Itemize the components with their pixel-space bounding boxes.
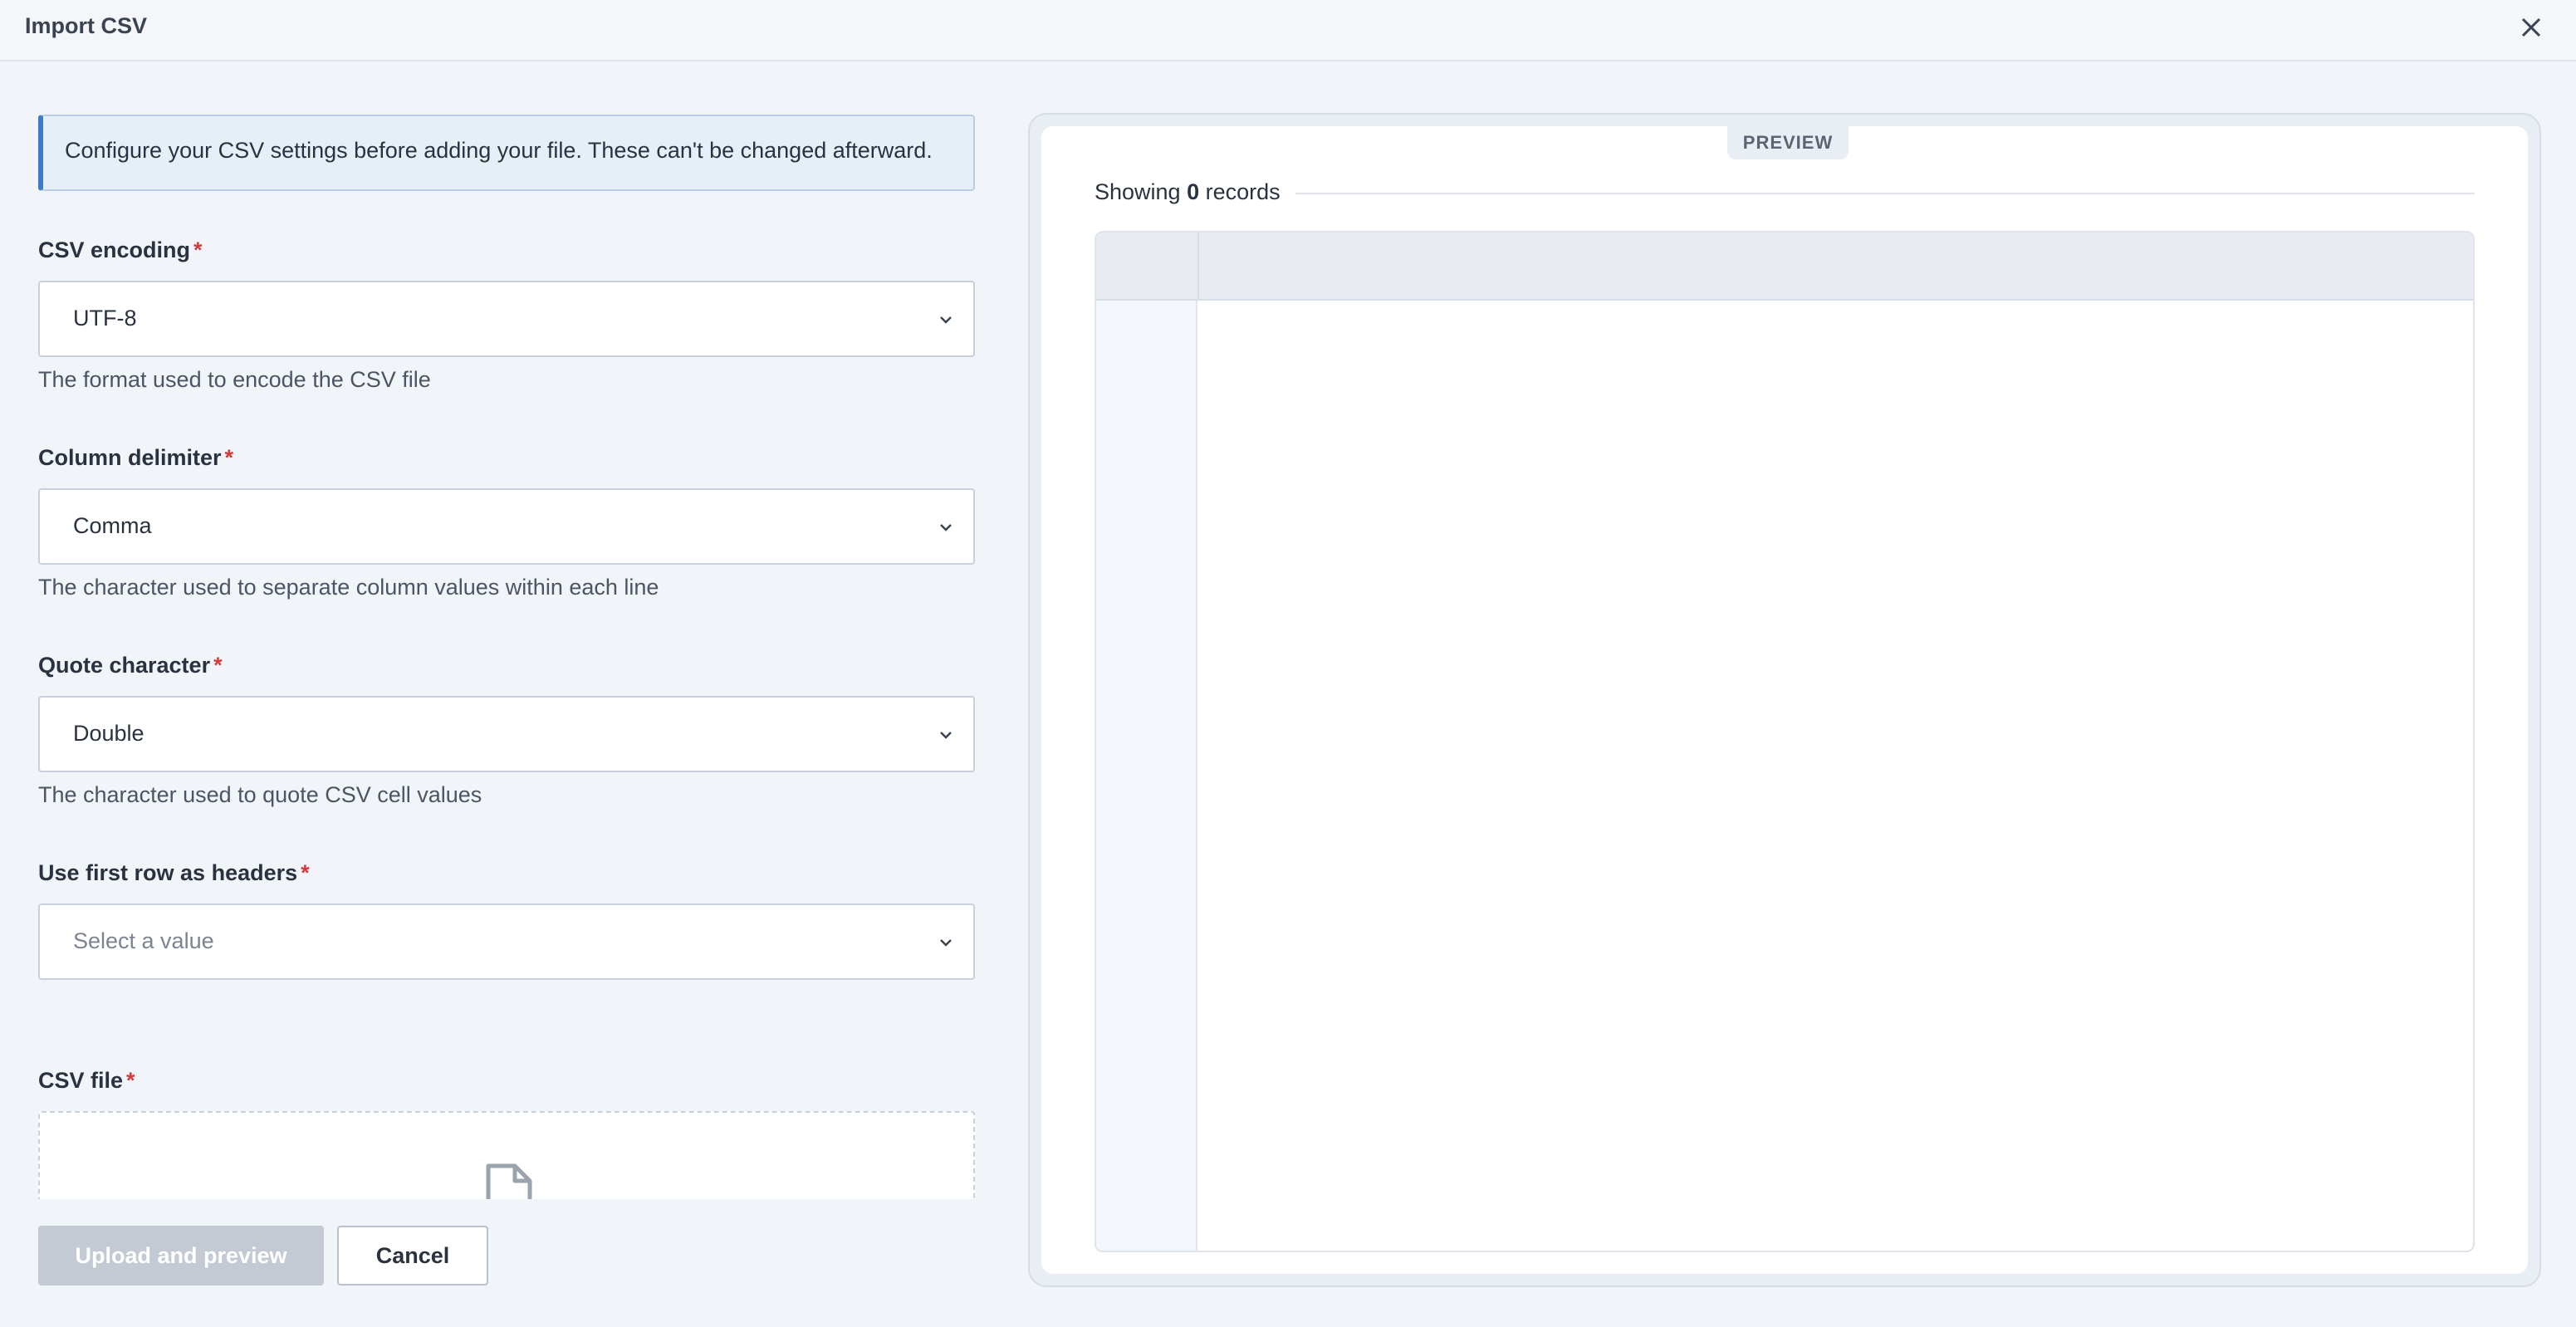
required-marker: * (193, 237, 203, 262)
quote-character-help: The character used to quote CSV cell val… (38, 782, 482, 807)
chevron-down-icon (940, 732, 952, 739)
required-marker: * (213, 653, 223, 678)
column-delimiter-select[interactable]: Comma (38, 488, 975, 565)
cancel-button[interactable]: Cancel (337, 1226, 488, 1285)
csv-file-label: CSV file * (38, 1068, 135, 1093)
csv-file-dropzone[interactable] (38, 1111, 975, 1199)
table-header (1096, 233, 2473, 301)
file-icon (486, 1163, 532, 1199)
preview-panel: PREVIEW Showing 0 records (1028, 113, 2541, 1287)
first-row-headers-placeholder: Select a value (73, 928, 214, 953)
first-row-headers-label: Use first row as headers * (38, 860, 310, 885)
dialog-title: Import CSV (25, 13, 148, 38)
preview-content: PREVIEW Showing 0 records (1041, 126, 2528, 1274)
chevron-down-icon (940, 939, 952, 947)
chevron-down-icon (940, 524, 952, 531)
dialog-header: Import CSV (0, 0, 2576, 61)
record-count: 0 (1187, 179, 1200, 204)
row-number-column (1096, 301, 1197, 1251)
settings-notice: Configure your CSV settings before addin… (38, 115, 975, 191)
required-marker: * (224, 445, 234, 470)
quote-character-value: Double (73, 721, 144, 746)
csv-encoding-value: UTF-8 (73, 306, 137, 331)
preview-table (1095, 231, 2475, 1252)
csv-encoding-help: The format used to encode the CSV file (38, 367, 431, 392)
notice-text: Configure your CSV settings before addin… (65, 138, 933, 163)
required-marker: * (301, 860, 310, 885)
column-delimiter-help: The character used to separate column va… (38, 575, 659, 600)
required-marker: * (126, 1068, 135, 1093)
quote-character-select[interactable]: Double (38, 696, 975, 772)
chevron-down-icon (940, 316, 952, 324)
column-delimiter-value: Comma (73, 513, 152, 538)
divider (1295, 193, 2475, 194)
first-row-headers-select[interactable]: Select a value (38, 903, 975, 980)
quote-character-label: Quote character * (38, 653, 223, 678)
column-delimiter-label: Column delimiter * (38, 445, 234, 470)
record-count-text: Showing 0 records (1095, 179, 1281, 204)
csv-encoding-label: CSV encoding * (38, 237, 203, 262)
dialog-footer: Upload and preview Cancel (0, 1199, 1021, 1327)
close-icon[interactable] (2518, 14, 2544, 41)
csv-encoding-select[interactable]: UTF-8 (38, 281, 975, 357)
upload-and-preview-button[interactable]: Upload and preview (38, 1226, 324, 1285)
header-divider (1197, 233, 1199, 301)
preview-tab-label: PREVIEW (1727, 126, 1849, 159)
